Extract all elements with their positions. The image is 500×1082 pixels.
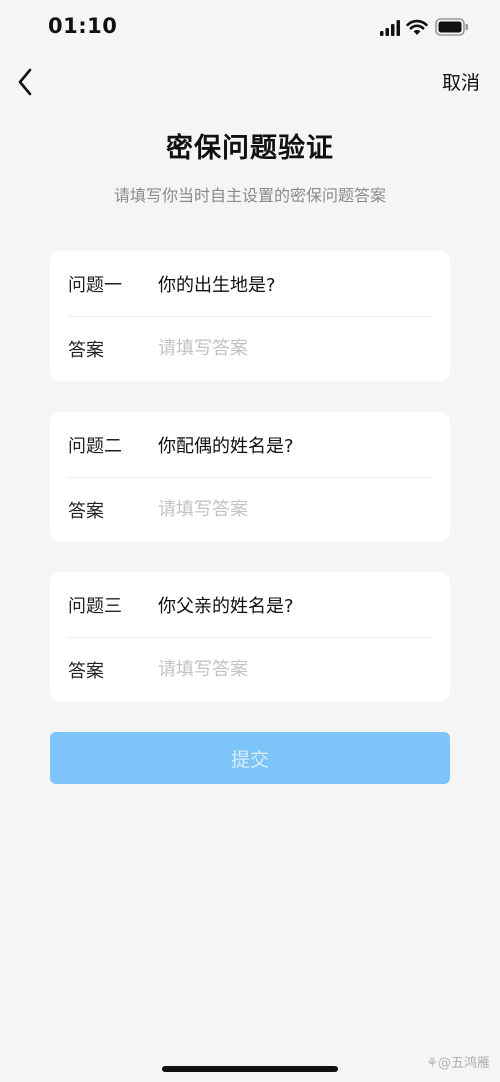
answer-row: 答案: [68, 316, 432, 381]
signal-icon: [380, 20, 400, 36]
answer-label: 答案: [68, 660, 104, 682]
answer-row: 答案: [68, 637, 432, 702]
question-text: 你父亲的姓名是?: [158, 595, 294, 617]
question-text: 你的出生地是?: [158, 274, 276, 296]
status-bar: 01:10: [0, 0, 500, 56]
question-text: 你配偶的姓名是?: [158, 435, 294, 457]
back-button[interactable]: [10, 62, 46, 102]
question-label: 问题三: [68, 595, 122, 617]
home-indicator: [162, 1066, 338, 1072]
status-time: 01:10: [48, 14, 118, 38]
battery-icon: [435, 18, 468, 36]
question-card-3: 问题三 你父亲的姓名是? 答案: [50, 572, 450, 702]
chevron-left-icon: [18, 68, 32, 96]
page-subtitle: 请填写你当时自主设置的密保问题答案: [113, 186, 386, 205]
page-title: 密保问题验证: [166, 133, 334, 164]
question-card-2: 问题二 你配偶的姓名是? 答案: [50, 412, 450, 542]
answer-label: 答案: [68, 339, 104, 361]
cancel-button[interactable]: 取消: [442, 68, 480, 95]
answer-label: 答案: [68, 500, 104, 522]
answer-row: 答案: [68, 477, 432, 542]
question-label: 问题一: [68, 274, 122, 296]
answer-input-2[interactable]: [158, 499, 418, 520]
question-card-1: 问题一 你的出生地是? 答案: [50, 251, 450, 381]
question-label: 问题二: [68, 435, 122, 457]
question-row: 问题一 你的出生地是?: [68, 251, 432, 317]
nav-bar: 取消: [0, 56, 500, 108]
question-row: 问题三 你父亲的姓名是?: [68, 572, 432, 638]
watermark: ⚘@五鸿雁: [426, 1056, 490, 1071]
submit-button[interactable]: 提交: [50, 732, 450, 784]
question-row: 问题二 你配偶的姓名是?: [68, 412, 432, 478]
answer-input-1[interactable]: [158, 338, 418, 359]
wifi-icon: [406, 19, 428, 35]
answer-input-3[interactable]: [158, 659, 418, 680]
